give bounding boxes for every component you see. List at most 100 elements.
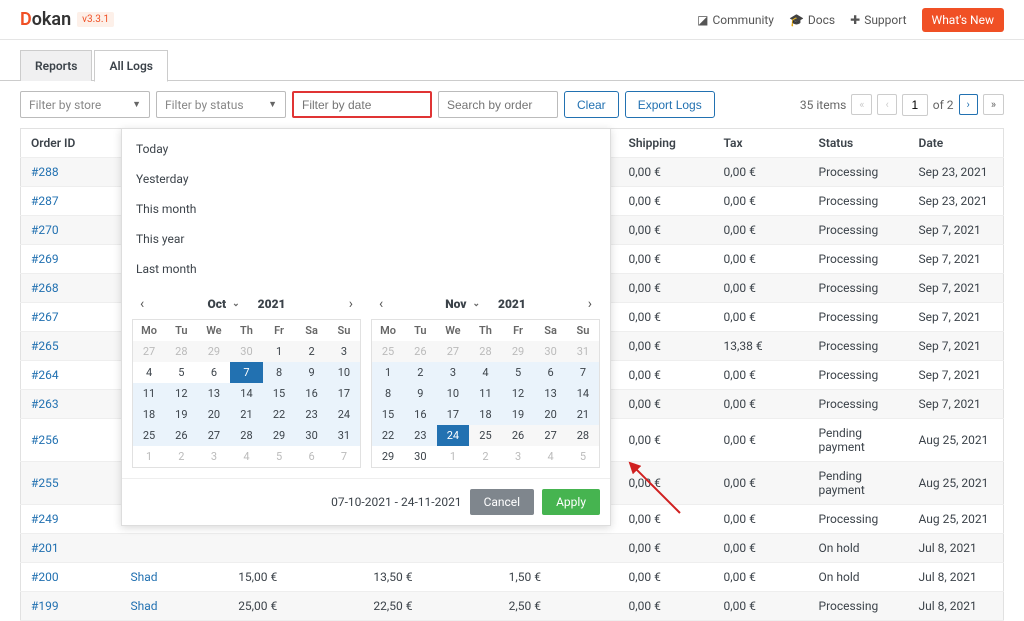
community-link[interactable]: ◪Community — [697, 13, 774, 27]
order-link[interactable]: #288 — [21, 158, 121, 187]
calendar-day[interactable]: 23 — [404, 425, 437, 446]
apply-button[interactable]: Apply — [542, 489, 600, 515]
page-last-button[interactable]: » — [983, 94, 1004, 115]
calendar-day[interactable]: 18 — [133, 404, 166, 425]
calendar-day[interactable]: 30 — [404, 446, 437, 468]
calendar-day[interactable]: 11 — [469, 383, 502, 404]
calendar-day[interactable]: 11 — [133, 383, 166, 404]
order-link[interactable]: #268 — [21, 274, 121, 303]
order-link[interactable]: #287 — [21, 187, 121, 216]
order-link[interactable]: #201 — [21, 534, 121, 563]
calendar-day[interactable]: 3 — [502, 446, 535, 468]
calendar-day[interactable]: 12 — [165, 383, 198, 404]
calendar-day[interactable]: 27 — [534, 425, 567, 446]
vendor-link[interactable]: Shad — [121, 592, 229, 621]
calendar-day[interactable]: 27 — [133, 341, 166, 362]
calendar-day[interactable]: 30 — [534, 341, 567, 362]
calendar-day[interactable]: 26 — [502, 425, 535, 446]
calendar-day[interactable]: 5 — [502, 362, 535, 383]
calendar-day[interactable]: 25 — [133, 425, 166, 446]
calendar-day[interactable]: 29 — [263, 425, 296, 446]
calendar-day[interactable]: 21 — [230, 404, 263, 425]
preset-option[interactable]: This month — [122, 194, 610, 224]
calendar-day[interactable]: 19 — [165, 404, 198, 425]
calendar-day[interactable]: 13 — [534, 383, 567, 404]
filter-status-select[interactable]: Filter by status▼ — [156, 91, 286, 118]
order-link[interactable]: #200 — [21, 563, 121, 592]
preset-option[interactable]: Yesterday — [122, 164, 610, 194]
calendar-day[interactable]: 16 — [404, 404, 437, 425]
chevron-down-icon[interactable]: ⌄ — [232, 299, 240, 309]
calendar-day[interactable]: 25 — [469, 425, 502, 446]
col-date[interactable]: Date — [909, 129, 1004, 158]
calendar-day[interactable]: 4 — [133, 362, 166, 383]
calendar-day[interactable]: 28 — [469, 341, 502, 362]
order-link[interactable]: #249 — [21, 505, 121, 534]
calendar-day[interactable]: 2 — [469, 446, 502, 468]
calendar-day[interactable]: 8 — [263, 362, 296, 383]
calendar-day[interactable]: 24 — [328, 404, 361, 425]
calendar-day[interactable]: 15 — [263, 383, 296, 404]
calendar-day[interactable]: 29 — [198, 341, 231, 362]
calendar-day[interactable]: 21 — [567, 404, 600, 425]
calendar-day[interactable]: 8 — [372, 383, 405, 404]
tab-all-logs[interactable]: All Logs — [94, 50, 168, 82]
calendar-day[interactable]: 12 — [502, 383, 535, 404]
order-link[interactable]: #255 — [21, 462, 121, 505]
calendar-day[interactable]: 31 — [328, 425, 361, 446]
calendar-day[interactable]: 7 — [567, 362, 600, 383]
calendar-day[interactable]: 3 — [198, 446, 231, 468]
calendar-day[interactable]: 14 — [567, 383, 600, 404]
calendar-day[interactable]: 30 — [230, 341, 263, 362]
calendar-day[interactable]: 10 — [437, 383, 470, 404]
calendar-day[interactable]: 31 — [567, 341, 600, 362]
calendar-day[interactable]: 13 — [198, 383, 231, 404]
calendar-day[interactable]: 5 — [263, 446, 296, 468]
calendar-day[interactable]: 1 — [437, 446, 470, 468]
calendar-day[interactable]: 26 — [165, 425, 198, 446]
calendar-day[interactable]: 4 — [469, 362, 502, 383]
col-shipping[interactable]: Shipping — [619, 129, 714, 158]
next-month-icon[interactable]: › — [584, 292, 596, 316]
calendar-day[interactable]: 16 — [295, 383, 328, 404]
calendar-day[interactable]: 3 — [437, 362, 470, 383]
whats-new-button[interactable]: What's New — [922, 8, 1004, 32]
preset-option[interactable]: Today — [122, 134, 610, 164]
order-link[interactable]: #199 — [21, 592, 121, 621]
preset-option[interactable]: Last month — [122, 254, 610, 284]
calendar-day[interactable]: 9 — [404, 383, 437, 404]
calendar-day[interactable]: 28 — [567, 425, 600, 446]
calendar-day[interactable]: 18 — [469, 404, 502, 425]
order-link[interactable]: #264 — [21, 361, 121, 390]
calendar-day[interactable]: 6 — [295, 446, 328, 468]
calendar-day[interactable]: 29 — [372, 446, 405, 468]
calendar-day[interactable]: 23 — [295, 404, 328, 425]
calendar-day[interactable]: 20 — [534, 404, 567, 425]
calendar-day[interactable]: 29 — [502, 341, 535, 362]
calendar-day[interactable]: 24 — [437, 425, 470, 446]
prev-month-icon[interactable]: ‹ — [136, 292, 148, 316]
support-link[interactable]: ✚Support — [850, 13, 906, 27]
cancel-button[interactable]: Cancel — [470, 489, 535, 515]
calendar-day[interactable]: 22 — [263, 404, 296, 425]
calendar-day[interactable]: 4 — [534, 446, 567, 468]
calendar-day[interactable]: 6 — [198, 362, 231, 383]
calendar-day[interactable]: 3 — [328, 341, 361, 362]
calendar-day[interactable]: 10 — [328, 362, 361, 383]
order-link[interactable]: #267 — [21, 303, 121, 332]
calendar-day[interactable]: 6 — [534, 362, 567, 383]
col-tax[interactable]: Tax — [714, 129, 809, 158]
calendar-day[interactable]: 1 — [263, 341, 296, 362]
order-link[interactable]: #263 — [21, 390, 121, 419]
calendar-day[interactable]: 19 — [502, 404, 535, 425]
calendar-day[interactable]: 2 — [165, 446, 198, 468]
calendar-day[interactable]: 28 — [165, 341, 198, 362]
order-link[interactable]: #269 — [21, 245, 121, 274]
calendar-day[interactable]: 1 — [133, 446, 166, 468]
calendar-day[interactable]: 2 — [404, 362, 437, 383]
calendar-day[interactable]: 1 — [372, 362, 405, 383]
next-month-icon[interactable]: › — [345, 292, 357, 316]
calendar-day[interactable]: 30 — [295, 425, 328, 446]
page-prev-button[interactable]: ‹ — [877, 94, 896, 115]
order-link[interactable]: #270 — [21, 216, 121, 245]
